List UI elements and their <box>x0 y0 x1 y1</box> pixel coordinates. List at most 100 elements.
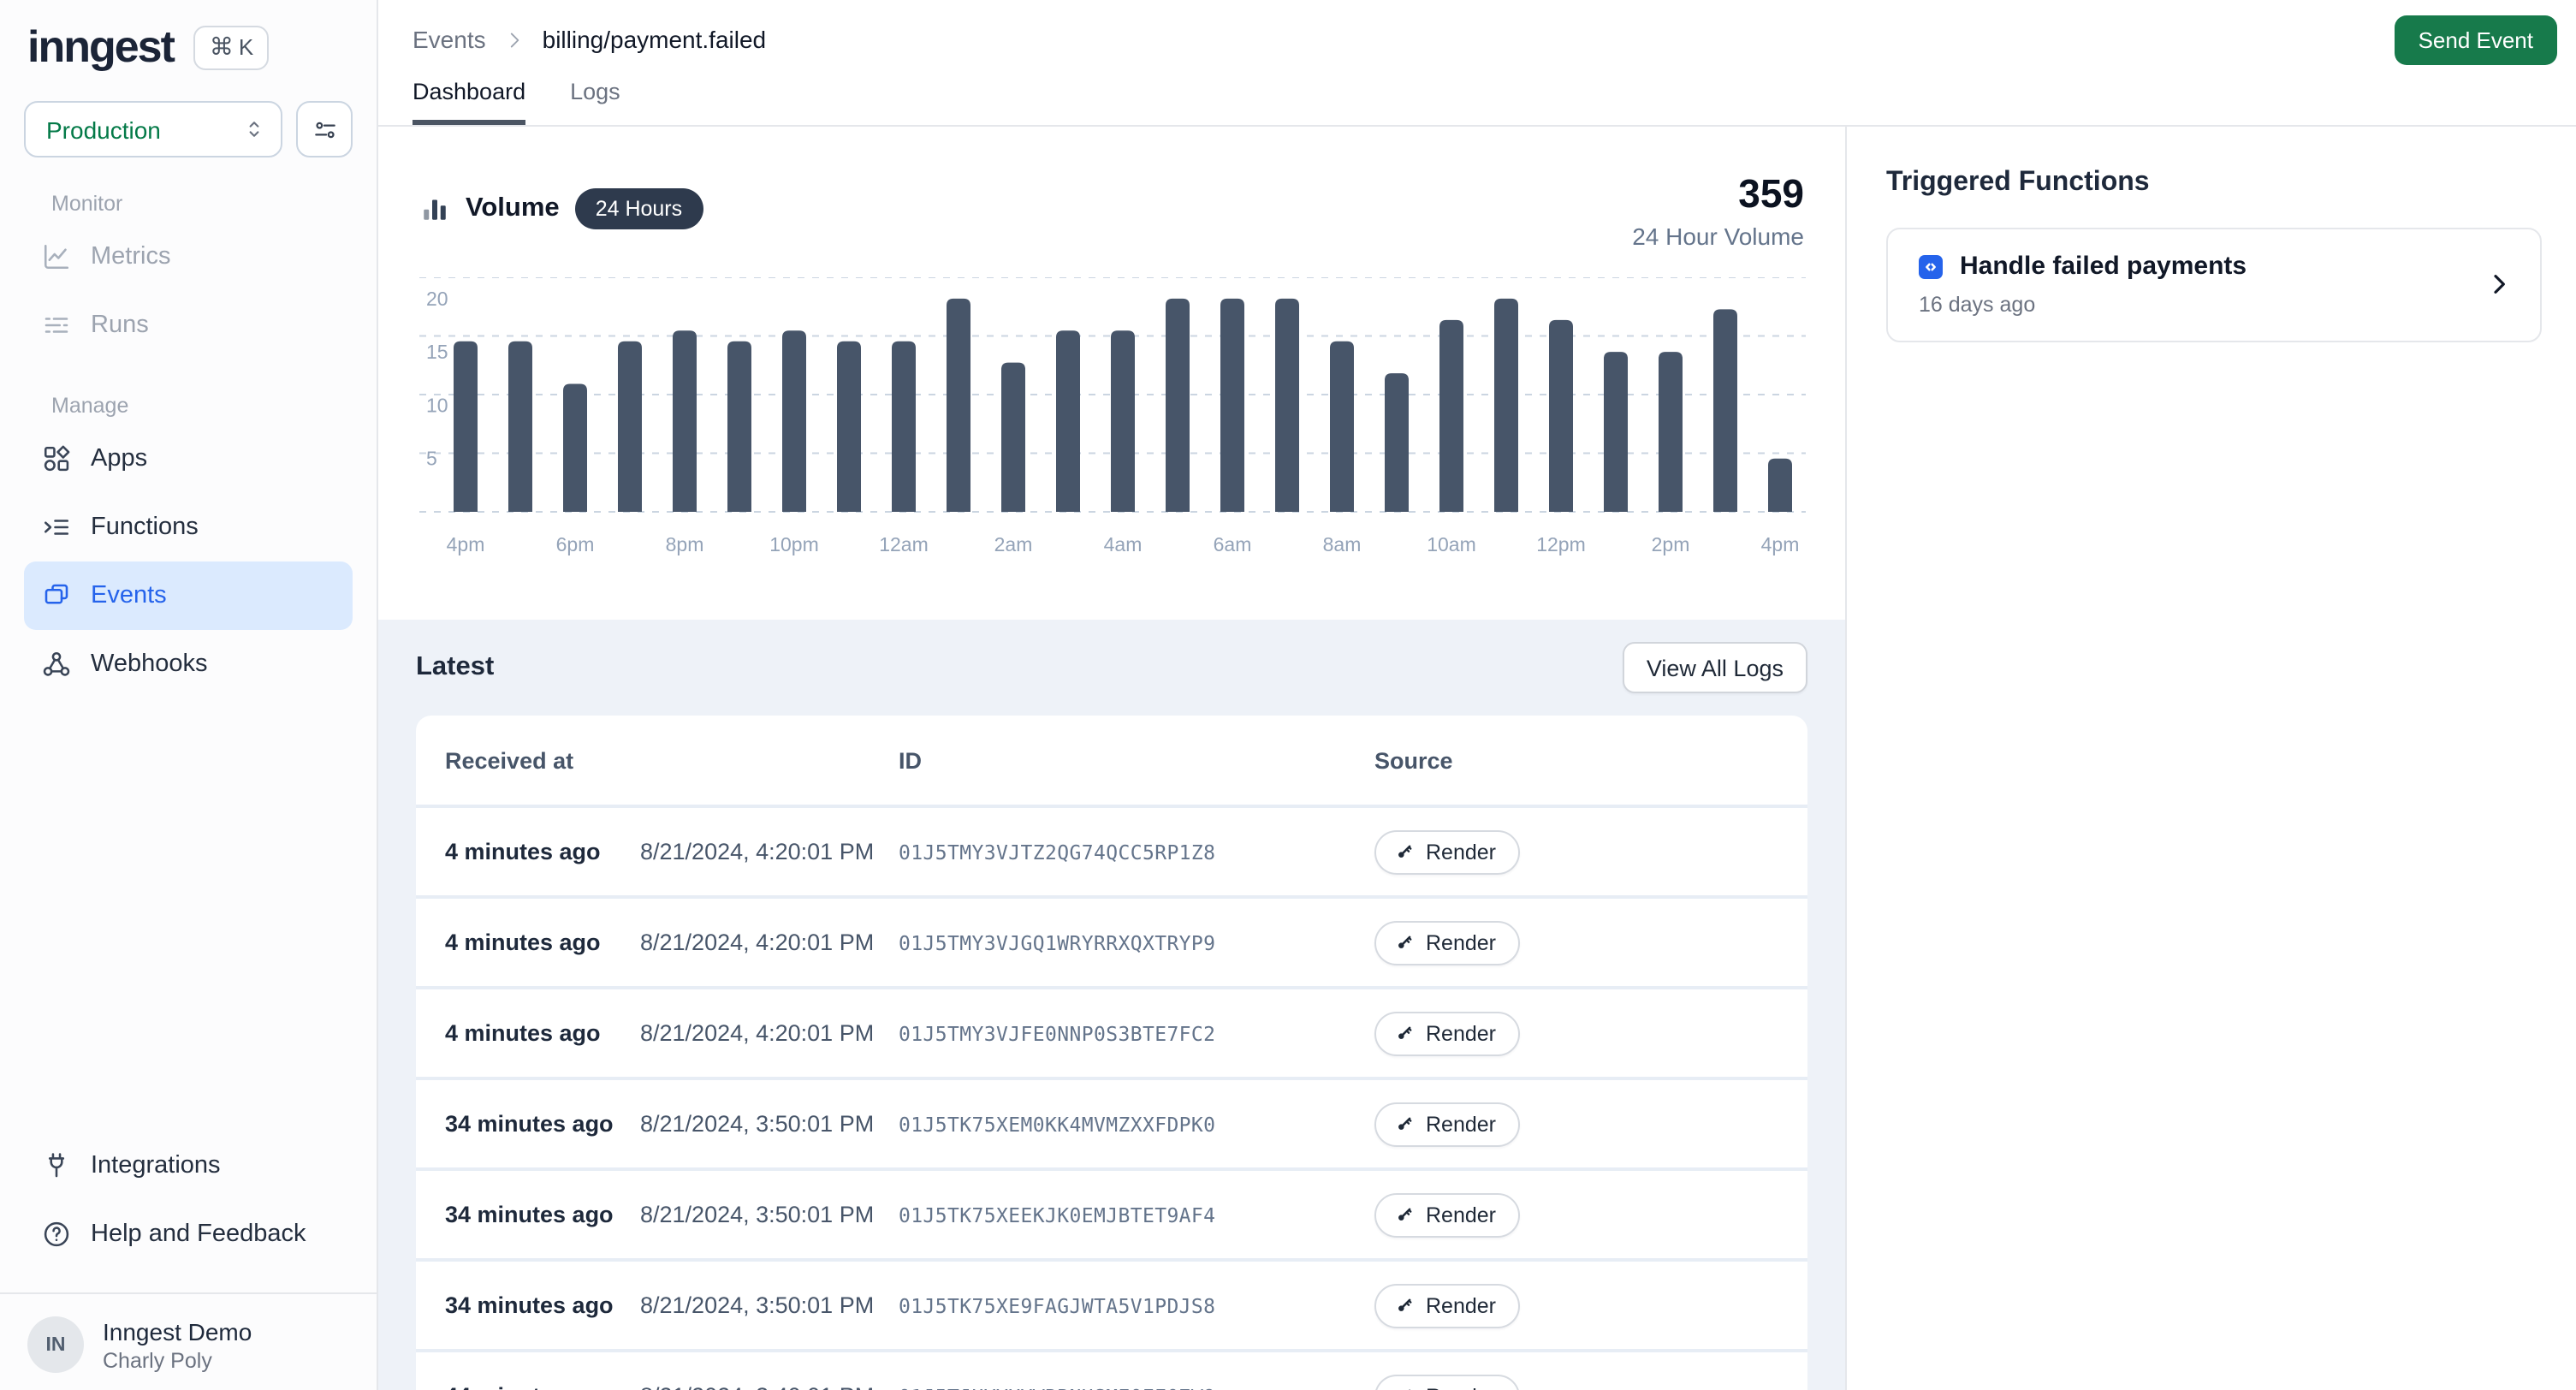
user-name: Charly Poly <box>103 1348 252 1372</box>
sidebar-item-runs[interactable]: Runs <box>24 291 353 359</box>
metrics-icon <box>41 241 72 272</box>
event-row[interactable]: 4 minutes ago8/21/2024, 4:20:01 PM01J5TM… <box>416 895 1807 986</box>
bar <box>837 342 861 512</box>
event-row[interactable]: 34 minutes ago8/21/2024, 3:50:01 PM01J5T… <box>416 1258 1807 1349</box>
svg-text:8am: 8am <box>1323 533 1362 555</box>
svg-text:10: 10 <box>426 394 448 416</box>
received-datetime: 8/21/2024, 3:50:01 PM <box>640 1111 899 1137</box>
bar <box>673 330 697 512</box>
sidebar-item-label: Apps <box>91 445 147 472</box>
sidebar-item-label: Events <box>91 582 167 609</box>
chevron-up-down-icon <box>241 116 267 142</box>
event-id: 01J5TK75XE9FAGJWTA5V1PDJS8 <box>899 1293 1374 1317</box>
bar <box>618 342 642 512</box>
source-badge: Render <box>1374 1192 1520 1237</box>
command-icon: ⌘ <box>210 32 234 61</box>
received-datetime: 8/21/2024, 4:20:01 PM <box>640 930 899 955</box>
key-icon <box>1393 841 1416 863</box>
received-relative: 4 minutes ago <box>445 1020 640 1046</box>
view-all-logs-button[interactable]: View All Logs <box>1623 642 1807 693</box>
source-label: Render <box>1426 1293 1496 1317</box>
bar <box>1604 352 1628 512</box>
events-icon <box>41 580 72 611</box>
triggered-function-card[interactable]: Handle failed payments16 days ago <box>1886 228 2542 342</box>
sidebar-item-webhooks[interactable]: Webhooks <box>24 630 353 698</box>
key-icon <box>1393 1113 1416 1135</box>
bar-chart-icon <box>419 193 450 224</box>
account-menu[interactable]: IN Inngest Demo Charly Poly <box>0 1294 377 1390</box>
event-row[interactable]: 4 minutes ago8/21/2024, 4:20:01 PM01J5TM… <box>416 805 1807 895</box>
sidebar-item-integrations[interactable]: Integrations <box>24 1132 353 1200</box>
bar <box>1659 352 1683 512</box>
bar <box>782 330 806 512</box>
sidebar-section-label: Manage <box>0 394 377 418</box>
environment-select[interactable]: Production <box>24 101 282 157</box>
sidebar-item-label: Runs <box>91 312 149 339</box>
sidebar-nav: Monitor Metrics Runs Manage Apps Functions Eve… <box>0 192 377 698</box>
received-datetime: 8/21/2024, 3:40:01 PM <box>640 1383 899 1390</box>
svg-text:2am: 2am <box>994 533 1033 555</box>
column-source: Source <box>1374 747 1807 773</box>
event-row[interactable]: 34 minutes ago8/21/2024, 3:50:01 PM01J5T… <box>416 1077 1807 1167</box>
svg-text:15: 15 <box>426 341 448 363</box>
event-row[interactable]: 34 minutes ago8/21/2024, 3:50:01 PM01J5T… <box>416 1167 1807 1258</box>
received-relative: 34 minutes ago <box>445 1202 640 1227</box>
event-row[interactable]: 4 minutes ago8/21/2024, 4:20:01 PM01J5TM… <box>416 986 1807 1077</box>
source-label: Render <box>1426 840 1496 864</box>
volume-title: Volume <box>466 193 560 224</box>
sidebar-item-functions[interactable]: Functions <box>24 493 353 561</box>
bar <box>1549 320 1573 512</box>
svg-text:6pm: 6pm <box>556 533 595 555</box>
sidebar-item-events[interactable]: Events <box>24 561 353 630</box>
tab-logs[interactable]: Logs <box>570 79 620 125</box>
svg-text:2pm: 2pm <box>1652 533 1690 555</box>
svg-text:20: 20 <box>426 288 448 310</box>
breadcrumb-events-link[interactable]: Events <box>413 26 486 53</box>
svg-text:4pm: 4pm <box>1761 533 1800 555</box>
sidebar-item-label: Metrics <box>91 243 170 270</box>
received-datetime: 8/21/2024, 4:20:01 PM <box>640 1020 899 1046</box>
table-header-row: Received at ID Source <box>416 716 1807 805</box>
bar <box>508 342 532 512</box>
environment-settings-button[interactable] <box>296 101 353 157</box>
avatar: IN <box>27 1316 84 1373</box>
key-icon <box>1393 1022 1416 1044</box>
breadcrumb-current: billing/payment.failed <box>543 26 767 53</box>
command-palette-shortcut[interactable]: ⌘ K <box>194 25 269 69</box>
bar <box>563 384 587 512</box>
bar <box>1494 299 1518 512</box>
bar <box>1056 330 1080 512</box>
bar <box>1111 330 1135 512</box>
runs-icon <box>41 310 72 341</box>
volume-total-label: 24 Hour Volume <box>1632 223 1804 250</box>
sidebar-item-apps[interactable]: Apps <box>24 425 353 493</box>
sidebar-item-help-and-feedback[interactable]: Help and Feedback <box>24 1200 353 1268</box>
main-area: Events billing/payment.failed Send Event… <box>378 0 2576 1390</box>
source-badge: Render <box>1374 920 1520 965</box>
sidebar-section-label: Monitor <box>0 192 377 216</box>
inngest-logo[interactable]: inngest <box>27 21 174 74</box>
function-name: Handle failed payments <box>1960 252 2247 281</box>
triggered-functions-panel: Triggered Functions Handle failed paymen… <box>1845 127 2576 1390</box>
sidebar-item-metrics[interactable]: Metrics <box>24 223 353 291</box>
send-event-button[interactable]: Send Event <box>2395 15 2557 64</box>
svg-text:10pm: 10pm <box>769 533 819 555</box>
svg-text:5: 5 <box>426 448 437 470</box>
bar <box>454 342 478 512</box>
svg-text:10am: 10am <box>1427 533 1476 555</box>
source-badge: Render <box>1374 829 1520 874</box>
key-icon <box>1393 1385 1416 1390</box>
event-id: 01J5TMY3VJTZ2QG74QCC5RP1Z8 <box>899 840 1374 864</box>
bar <box>892 342 916 512</box>
triggered-functions-title: Triggered Functions <box>1886 168 2542 199</box>
event-row[interactable]: 44 minutes ago8/21/2024, 3:40:01 PM01J5T… <box>416 1349 1807 1390</box>
source-label: Render <box>1426 1203 1496 1227</box>
event-id: 01J5TK75XEM0KK4MVMZXXFDPK0 <box>899 1112 1374 1136</box>
webhooks-icon <box>41 649 72 680</box>
tab-dashboard[interactable]: Dashboard <box>413 79 525 125</box>
bar <box>1166 299 1190 512</box>
bar <box>1275 299 1299 512</box>
sidebar-footer: IntegrationsHelp and Feedback IN Inngest… <box>0 1132 377 1390</box>
svg-text:4pm: 4pm <box>447 533 485 555</box>
volume-total: 359 <box>1632 171 1804 217</box>
